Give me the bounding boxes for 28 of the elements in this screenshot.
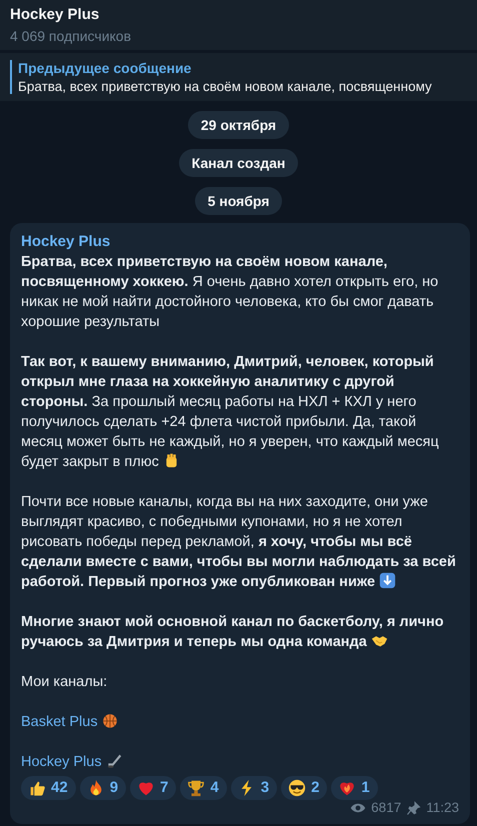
reaction-button[interactable]: 2 (281, 776, 328, 800)
post-paragraph: Многие знают мой основной канал по баскетболу, я лично ручаюсь за Дмитрия и теперь мы одна команда (21, 613, 445, 652)
channel-link[interactable]: Hockey Plus (21, 754, 102, 770)
reaction-button[interactable]: 1 (331, 776, 378, 800)
post-paragraph: Почти все новые каналы, когда вы на них заходите, они уже выглядят красиво, с победными купонами, но я не хотел рисовать победы перед рекламой, я хочу, чтобы мы всё сделали вместе с вами, чтобы вы могли наблюдать за всей работой. Первый прогноз уже опубликован ниже (21, 493, 457, 592)
hockey-stick-icon (106, 753, 122, 769)
subscriber-count: 4 069 подписчиков (10, 28, 132, 44)
sunglasses-face-icon (288, 779, 306, 797)
service-message: 5 ноября (194, 187, 282, 215)
post-paragraph: Так вот, к вашему вниманию, Дмитрий, человек, который открыл мне глаза на хоккейную аналитику с другой стороны. За прошлый месяц работы на НХЛ + КХЛ у него получилось сделать +24 флета чистой прибыли. Да, такой месяц может быть не каждый, но я уверен, что каждый месяц будет закрыт в плюс (21, 353, 440, 472)
post-time: 11:23 (426, 799, 459, 817)
trophy-icon (187, 779, 206, 797)
service-message: 29 октября (188, 111, 290, 139)
post-paragraph: Мои каналы: (21, 673, 108, 692)
service-message: Канал создан (178, 149, 298, 177)
view-count: 6817 (371, 799, 402, 817)
basketball-icon (102, 713, 118, 729)
reaction-button[interactable]: 9 (80, 776, 126, 800)
reaction-button[interactable]: 3 (230, 776, 278, 800)
pin-icon (406, 800, 422, 816)
reaction-button[interactable]: 42 (21, 776, 76, 800)
reaction-button[interactable]: 4 (180, 776, 227, 800)
reaction-button[interactable]: 7 (130, 776, 176, 800)
post-paragraph: Братва, всех приветствую на своём новом канале, посвященному хоккею. Я очень давно хотел открыть его, но никак не мой найти достойного человека, кто бы смог давать хорошие результаты (21, 253, 440, 332)
channel-link[interactable]: Basket Plus (21, 714, 98, 730)
thumbs-up-icon (28, 779, 46, 797)
channel-title: Hockey Plus (10, 6, 100, 23)
post-author: Hockey Plus (21, 232, 112, 252)
